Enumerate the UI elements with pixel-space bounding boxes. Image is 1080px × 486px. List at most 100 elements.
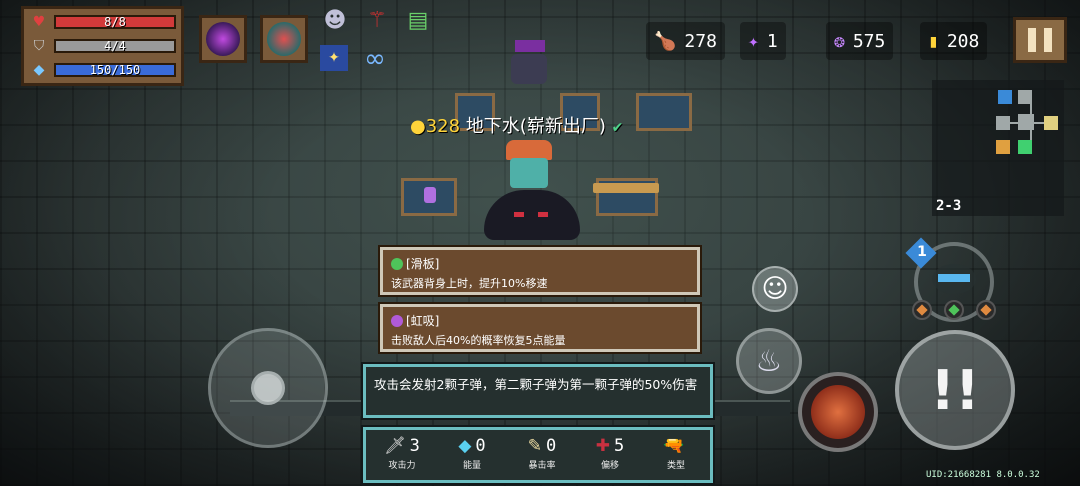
stat-attack: 🗡 3 攻击力 — [372, 436, 432, 471]
weapon-description: 攻击会发射2颗子弹，第二颗子弹为第一颗子弹的50%伤害 — [361, 362, 715, 420]
minimap-room — [996, 116, 1010, 130]
energy-diamond-icon: ◆ — [458, 436, 472, 456]
orb-counter: ❂ 575 — [826, 22, 894, 60]
stat-spread: ✚ 5 偏移 — [580, 436, 640, 471]
armor-bar: 4/4 — [54, 39, 176, 53]
armor-row: ⛉ 4/4 — [30, 37, 180, 55]
slime-pet — [478, 186, 582, 242]
skill-slot[interactable] — [199, 15, 247, 63]
gold-coin-icon: ▮ — [928, 30, 939, 52]
character-skill-button[interactable] — [798, 372, 878, 452]
stat-type: 🔫 类型 — [646, 436, 706, 471]
stat-value: 0 — [475, 436, 486, 456]
minimap-room — [1044, 116, 1058, 130]
energy-diamond-icon: ◆ — [33, 62, 45, 78]
weapon-slot-badge: 1 — [917, 244, 927, 260]
stat-value: 0 — [546, 436, 557, 456]
pause-button[interactable] — [1013, 17, 1067, 63]
tooltip-title: [滑板] — [406, 257, 440, 271]
ghost-buff-icon: ☻ — [323, 7, 347, 33]
attack-icon: !! — [930, 358, 980, 422]
skill-button[interactable]: ♨ — [736, 328, 802, 394]
shop-pedestal[interactable] — [593, 178, 659, 216]
green-gem-icon — [391, 258, 403, 270]
emote-button[interactable]: ☺ — [752, 266, 798, 312]
npc-merchant[interactable] — [505, 40, 553, 96]
shop-price-label: ●328 地下水(崭新出厂) ✔ — [410, 112, 623, 138]
joystick-knob[interactable] — [251, 371, 285, 405]
energy-row: ◆ 150/150 — [30, 61, 180, 79]
minimap-current-room — [996, 140, 1010, 154]
health-bar: 8/8 — [54, 15, 176, 29]
shop-price: 328 — [425, 116, 461, 137]
sword-icon: 🗡 — [384, 436, 406, 456]
minimap-room — [1018, 140, 1032, 154]
minimap-room — [998, 90, 1012, 104]
fish-counter: 🍗 278 — [646, 22, 725, 60]
totem-buff-icon: ⚚ — [367, 7, 387, 33]
stat-value: 3 — [409, 436, 420, 456]
character-portrait-icon — [267, 22, 301, 56]
energy-bar: 150/150 — [54, 63, 176, 77]
weapon-stats-panel: 🗡 3 攻击力 ◆ 0 能量 ✎ 0 暴击率 ✚ 5 偏移 🔫 类型 — [361, 425, 715, 485]
orb-count: 575 — [852, 30, 886, 52]
check-icon: ✔ — [611, 120, 624, 136]
gem-counter: ✦ 1 — [740, 22, 786, 60]
character-slot[interactable] — [260, 15, 308, 63]
gold-coin-icon: ● — [410, 116, 426, 137]
tooltip-title-row: [滑板] — [391, 255, 439, 272]
stat-label: 能量 — [462, 461, 481, 471]
tooltip-text: 该武器背身上时，提升10%移速 — [391, 277, 548, 290]
shop-pedestal[interactable] — [401, 178, 457, 216]
attack-button[interactable]: !! — [895, 330, 1015, 450]
fish-count: 278 — [684, 30, 717, 52]
book-buff-icon: ▤ — [407, 7, 429, 33]
gun-icon: 🔫 — [663, 436, 685, 456]
gun-icon — [593, 183, 659, 193]
smiley-icon: ☺ — [761, 274, 789, 304]
gun-icon — [938, 274, 970, 282]
minimap[interactable] — [932, 80, 1064, 216]
shop-item-name: 地下水(崭新出厂) — [465, 116, 606, 137]
shop-pedestal[interactable] — [636, 93, 692, 131]
socket-green-gem-icon — [944, 300, 964, 320]
energy-text: 150/150 — [89, 63, 141, 77]
uid-label: UID:21668281 8.0.0.32 — [926, 470, 1040, 480]
void-skill-icon — [206, 22, 240, 56]
stat-label: 攻击力 — [388, 461, 416, 471]
orb-icon: ❂ — [834, 30, 845, 52]
gem-count: 1 — [766, 30, 778, 52]
infinity-buff-icon: ∞ — [364, 44, 386, 74]
tooltip-title-row: [虹吸] — [391, 312, 439, 329]
gold-counter: ▮ 208 — [920, 22, 988, 60]
fish-icon: 🍗 — [654, 30, 677, 52]
stat-crit: ✎ 0 暴击率 — [512, 436, 572, 471]
stat-value: 5 — [614, 436, 625, 456]
beast-skill-icon — [811, 385, 865, 439]
stat-label: 暴击率 — [528, 461, 556, 471]
gold-count: 208 — [946, 30, 980, 52]
purple-gem-icon — [391, 315, 403, 327]
stat-label: 偏移 — [600, 461, 619, 471]
tooltip-title: [虹吸] — [406, 314, 440, 328]
buff-tooltip: [滑板] 该武器背身上时，提升10%移速 — [378, 245, 702, 297]
shield-icon: ⛉ — [33, 38, 45, 54]
stat-label: 类型 — [666, 461, 685, 471]
crosshair-icon: ✚ — [595, 436, 610, 456]
crystal-icon: ✦ — [748, 30, 759, 52]
feather-icon: ✎ — [527, 436, 542, 456]
health-row: ♥ 8/8 — [30, 13, 180, 31]
minimap-room — [1018, 90, 1032, 104]
pause-icon — [1028, 28, 1036, 52]
star-map-buff-icon: ✦ — [320, 45, 348, 71]
health-text: 8/8 — [104, 15, 126, 29]
potion-icon — [424, 187, 436, 203]
weapon-swap-button[interactable]: 1 — [905, 237, 996, 322]
level-indicator: 2-3 — [936, 198, 962, 214]
minimap-room — [1018, 114, 1034, 130]
flame-icon: ♨ — [755, 343, 783, 379]
player-stats-panel: ♥ 8/8 ⛉ 4/4 ◆ 150/150 — [21, 6, 184, 86]
socket-orange-gem-icon — [912, 300, 932, 320]
tooltip-text: 击败敌人后40%的概率恢复5点能量 — [391, 334, 566, 347]
socket-orange-gem-icon — [976, 300, 996, 320]
